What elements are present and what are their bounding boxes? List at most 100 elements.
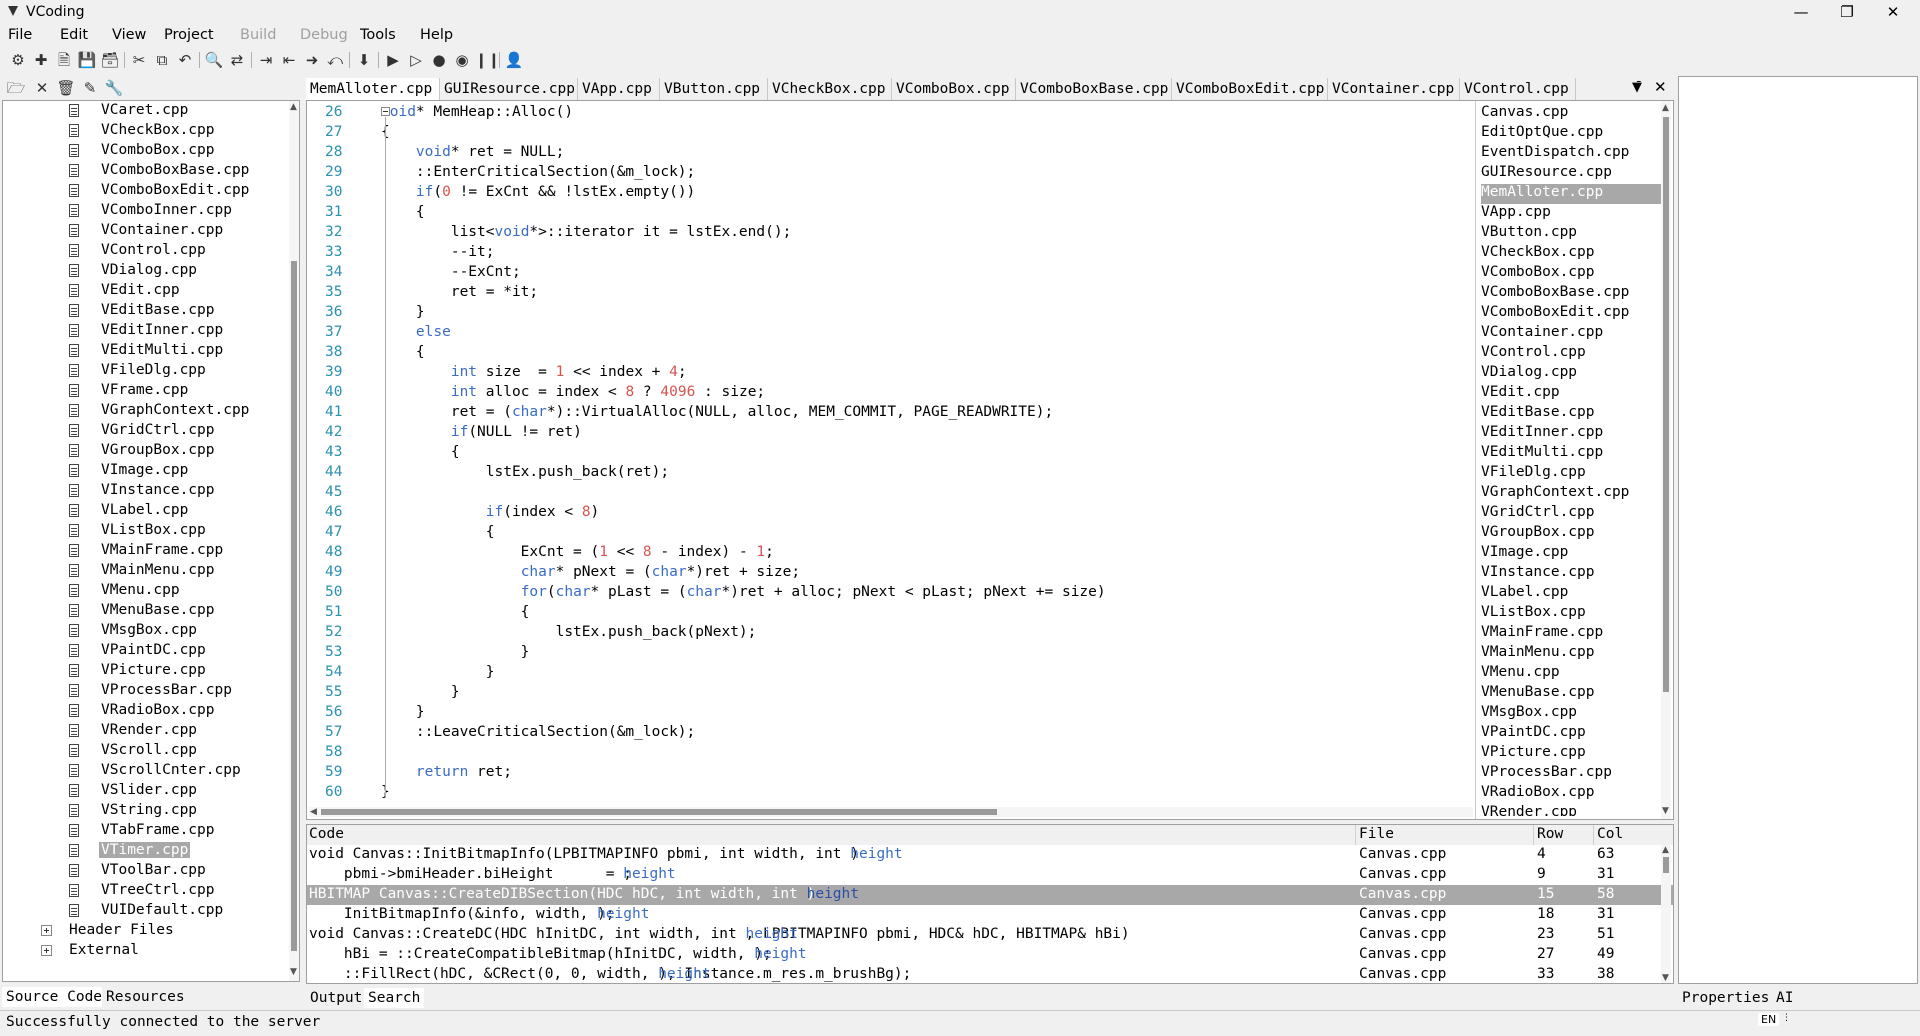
open-files-scroll-thumb[interactable]: [1663, 117, 1669, 692]
sidebar-tab-resources[interactable]: Resources: [102, 987, 186, 1007]
open-file-item[interactable]: VMainFrame.cpp: [1481, 624, 1603, 644]
run-icon[interactable]: ▶: [383, 50, 403, 70]
results-scrollbar[interactable]: ▲ ▼: [1661, 845, 1671, 983]
tree-file-item[interactable]: VPicture.cpp: [3, 661, 263, 681]
open-file-item[interactable]: MemAlloter.cpp: [1481, 184, 1661, 204]
tree-file-item[interactable]: VMainMenu.cpp: [3, 561, 263, 581]
tree-file-item[interactable]: VGridCtrl.cpp: [3, 421, 263, 441]
open-file-item[interactable]: VEdit.cpp: [1481, 384, 1560, 404]
menu-view[interactable]: View: [112, 27, 146, 43]
undo-icon[interactable]: ↶: [175, 50, 195, 70]
right-tab-properties[interactable]: Properties: [1678, 988, 1773, 1008]
open-folder-icon[interactable]: 🗁: [6, 78, 26, 98]
open-file-item[interactable]: VButton.cpp: [1481, 224, 1577, 244]
open-file-item[interactable]: VControl.cpp: [1481, 344, 1586, 364]
editor-tab[interactable]: VComboBoxBase.cpp: [1016, 78, 1172, 100]
open-file-item[interactable]: VRadioBox.cpp: [1481, 784, 1595, 804]
tree-file-item[interactable]: VMainFrame.cpp: [3, 541, 263, 561]
scroll-down-icon[interactable]: ▼: [1662, 806, 1669, 816]
open-file-item[interactable]: GUIResource.cpp: [1481, 164, 1612, 184]
pause-icon[interactable]: ❙❙: [475, 50, 500, 70]
open-file-item[interactable]: VApp.cpp: [1481, 204, 1551, 224]
expand-plus-icon[interactable]: [41, 945, 52, 956]
tree-file-item[interactable]: VComboBoxEdit.cpp: [3, 181, 263, 201]
tree-file-item[interactable]: VTreeCtrl.cpp: [3, 881, 263, 901]
watch-icon[interactable]: ◉: [452, 50, 472, 70]
open-file-item[interactable]: VFileDlg.cpp: [1481, 464, 1586, 484]
edit-icon[interactable]: ✎: [80, 78, 100, 98]
result-row[interactable]: InitBitmapInfo(&info, width, height); Can…: [307, 905, 1673, 925]
find-icon[interactable]: 🔍: [204, 50, 224, 70]
open-file-item[interactable]: VMenuBase.cpp: [1481, 684, 1595, 704]
tree-file-item[interactable]: VMsgBox.cpp: [3, 621, 263, 641]
open-file-item[interactable]: EventDispatch.cpp: [1481, 144, 1629, 164]
tree-file-item[interactable]: VPaintDC.cpp: [3, 641, 263, 661]
tree-file-item[interactable]: VEdit.cpp: [3, 281, 263, 301]
editor-tab[interactable]: VContainer.cpp: [1328, 78, 1460, 100]
menu-file[interactable]: File: [8, 27, 32, 43]
tree-file-item[interactable]: VString.cpp: [3, 801, 263, 821]
tree-file-item[interactable]: VEditBase.cpp: [3, 301, 263, 321]
tree-file-item[interactable]: VTimer.cpp: [3, 841, 263, 861]
open-file-item[interactable]: VPaintDC.cpp: [1481, 724, 1586, 744]
open-file-item[interactable]: EditOptQue.cpp: [1481, 124, 1603, 144]
tree-file-item[interactable]: VCaret.cpp: [3, 101, 263, 121]
tree-scrollbar[interactable]: ▲ ▼: [289, 101, 299, 981]
debug-run-icon[interactable]: ▷: [406, 50, 426, 70]
editor-tab[interactable]: VButton.cpp: [660, 78, 768, 100]
tree-file-item[interactable]: VComboBoxBase.cpp: [3, 161, 263, 181]
tree-file-item[interactable]: VGraphContext.cpp: [3, 401, 263, 421]
cut-icon[interactable]: ✂: [129, 50, 149, 70]
copy-icon[interactable]: ⧉: [152, 50, 172, 70]
menu-project[interactable]: Project: [164, 27, 214, 43]
save-icon[interactable]: 💾: [77, 50, 97, 70]
open-file-item[interactable]: VMenu.cpp: [1481, 664, 1560, 684]
tree-file-item[interactable]: VEditInner.cpp: [3, 321, 263, 341]
tree-file-item[interactable]: VControl.cpp: [3, 241, 263, 261]
scroll-down-icon[interactable]: ▼: [1662, 973, 1669, 983]
close-x-icon[interactable]: ✕: [32, 78, 52, 98]
result-row[interactable]: void Canvas::CreateDC(HDC hInitDC, int w…: [307, 925, 1673, 945]
breakpoint-icon[interactable]: ●: [429, 50, 449, 70]
tree-file-item[interactable]: VFileDlg.cpp: [3, 361, 263, 381]
open-file-item[interactable]: VLabel.cpp: [1481, 584, 1568, 604]
tree-file-item[interactable]: VGroupBox.cpp: [3, 441, 263, 461]
output-tab-search[interactable]: Search: [364, 988, 425, 1008]
tree-file-item[interactable]: VComboInner.cpp: [3, 201, 263, 221]
scroll-left-icon[interactable]: ◀: [310, 807, 317, 817]
tree-file-item[interactable]: VDialog.cpp: [3, 261, 263, 281]
download-icon[interactable]: ⬇: [354, 50, 374, 70]
open-file-item[interactable]: VInstance.cpp: [1481, 564, 1595, 584]
results-scroll-thumb[interactable]: [1663, 857, 1669, 873]
open-file-item[interactable]: VCheckBox.cpp: [1481, 244, 1595, 264]
tree-file-item[interactable]: VProcessBar.cpp: [3, 681, 263, 701]
new-project-icon[interactable]: ⚙: [8, 50, 28, 70]
minimize-icon[interactable]: —: [1778, 0, 1824, 24]
open-file-item[interactable]: VMainMenu.cpp: [1481, 644, 1595, 664]
maximize-icon[interactable]: ❐: [1824, 0, 1870, 24]
result-row[interactable]: void Canvas::InitBitmapInfo(LPBITMAPINFO…: [307, 845, 1673, 865]
tree-file-item[interactable]: VRender.cpp: [3, 721, 263, 741]
go-icon[interactable]: ➜: [302, 50, 322, 70]
open-file-item[interactable]: VEditBase.cpp: [1481, 404, 1595, 424]
tree-file-item[interactable]: VCheckBox.cpp: [3, 121, 263, 141]
scroll-up-icon[interactable]: ▲: [290, 102, 297, 112]
menu-help[interactable]: Help: [420, 27, 453, 43]
results-header-file[interactable]: File: [1359, 826, 1394, 842]
indent-icon[interactable]: ⇥: [256, 50, 276, 70]
tree-file-item[interactable]: VMenuBase.cpp: [3, 601, 263, 621]
open-file-item[interactable]: VComboBoxBase.cpp: [1481, 284, 1629, 304]
user-icon[interactable]: 👤: [504, 50, 524, 70]
editor-hscroll-thumb[interactable]: [321, 809, 997, 815]
menu-debug[interactable]: Debug: [300, 27, 348, 43]
tree-file-item[interactable]: VScroll.cpp: [3, 741, 263, 761]
editor-tab[interactable]: VApp.cpp: [578, 78, 660, 100]
result-row[interactable]: ::FillRect(hDC, &CRect(0, 0, width, heig…: [307, 965, 1673, 983]
output-tab-output[interactable]: Output: [306, 988, 366, 1008]
scroll-up-icon[interactable]: ▲: [1662, 103, 1669, 113]
open-file-item[interactable]: VGroupBox.cpp: [1481, 524, 1595, 544]
language-indicator[interactable]: EN: [1758, 1013, 1780, 1026]
open-file-item[interactable]: VEditMulti.cpp: [1481, 444, 1603, 464]
open-file-item[interactable]: VListBox.cpp: [1481, 604, 1586, 624]
result-row[interactable]: pbmi->bmiHeader.biHeight = height; Canvas…: [307, 865, 1673, 885]
